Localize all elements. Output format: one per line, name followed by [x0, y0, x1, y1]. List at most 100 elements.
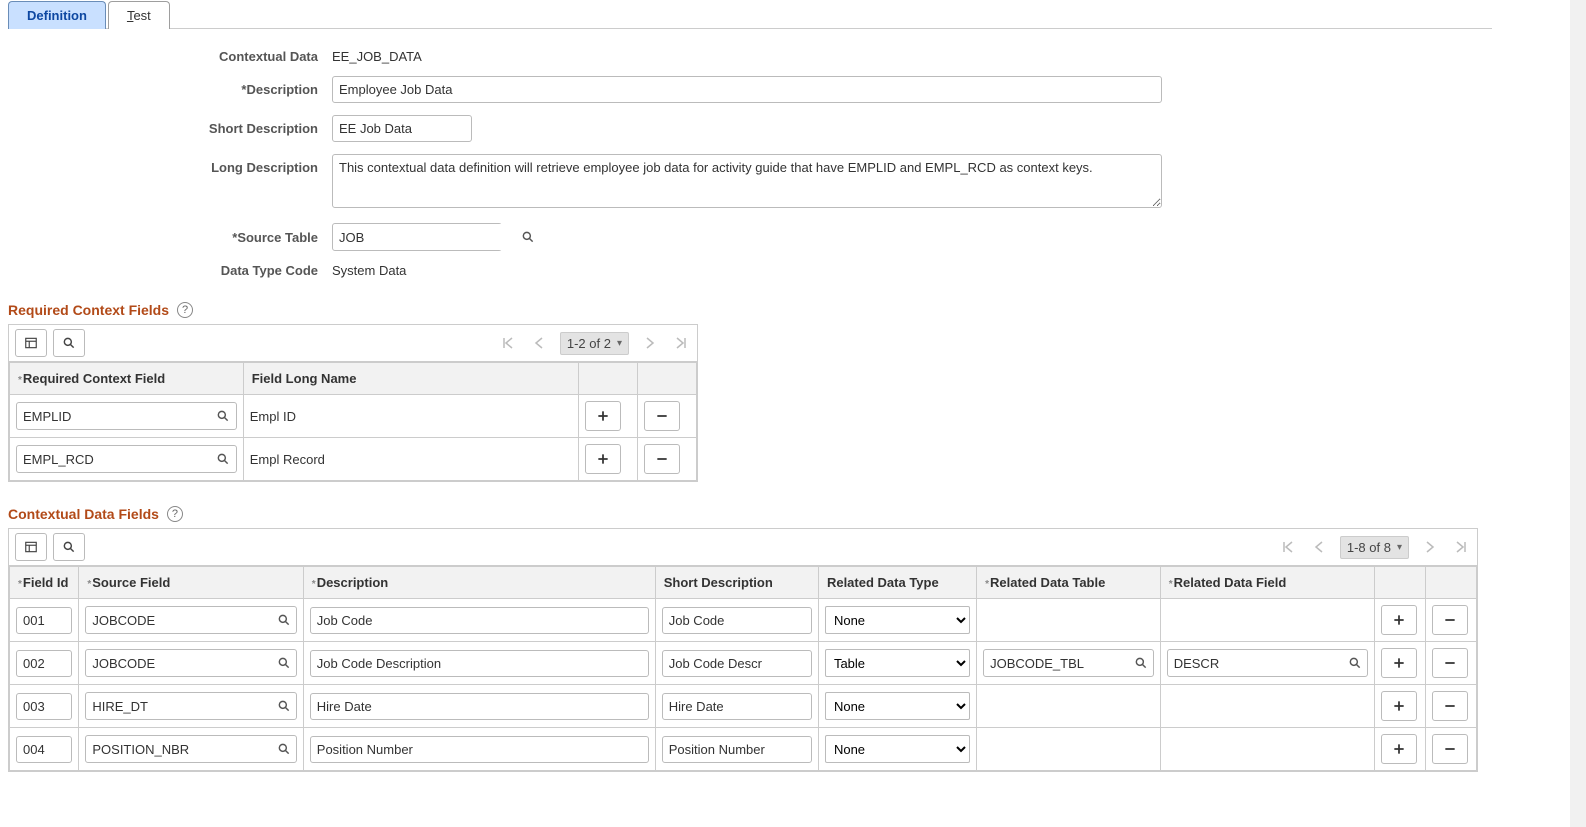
- related-data-type-select[interactable]: NoneTable: [825, 692, 970, 720]
- field-id-input[interactable]: [16, 693, 72, 720]
- pager-last-icon[interactable]: [671, 337, 691, 349]
- pager-next-icon[interactable]: [641, 337, 659, 349]
- col-description[interactable]: *Description: [303, 567, 655, 599]
- pager-last-icon[interactable]: [1451, 541, 1471, 553]
- grid-personalize-icon[interactable]: [15, 329, 47, 357]
- col-related-data-table[interactable]: *Related Data Table: [977, 567, 1161, 599]
- col-required-context-field[interactable]: *Required Context Field: [10, 363, 244, 395]
- short-description-label: Short Description: [18, 121, 318, 136]
- field-long-name-value: Empl ID: [243, 395, 578, 438]
- tab-definition-label: Definition: [27, 8, 87, 23]
- short-description-input[interactable]: [662, 693, 812, 720]
- tab-bar: Definition Test: [8, 0, 1492, 29]
- description-input[interactable]: [332, 76, 1162, 103]
- description-input[interactable]: [310, 736, 649, 763]
- source-field-lookup-icon[interactable]: [271, 656, 296, 670]
- add-row-button[interactable]: [1381, 734, 1417, 764]
- pager-first-icon[interactable]: [498, 337, 518, 349]
- related-data-type-select[interactable]: NoneTable: [825, 735, 970, 763]
- source-field-input[interactable]: [86, 607, 271, 633]
- pager-range[interactable]: 1-2 of 2 ▾: [560, 332, 629, 355]
- delete-row-button[interactable]: [1432, 734, 1468, 764]
- field-id-input[interactable]: [16, 650, 72, 677]
- header-form: Contextual Data EE_JOB_DATA *Description…: [18, 49, 1492, 278]
- col-related-data-field[interactable]: *Related Data Field: [1160, 567, 1374, 599]
- grid1-pager: 1-2 of 2 ▾: [498, 332, 691, 355]
- grid2-pager: 1-8 of 8 ▾: [1278, 536, 1471, 559]
- data-type-code-label: Data Type Code: [18, 263, 318, 278]
- source-field-input[interactable]: [86, 736, 271, 762]
- field-long-name-value: Empl Record: [243, 438, 578, 481]
- source-field-lookup-icon[interactable]: [271, 742, 296, 756]
- delete-row-button[interactable]: [1432, 691, 1468, 721]
- short-description-input[interactable]: [662, 607, 812, 634]
- field-id-input[interactable]: [16, 736, 72, 763]
- pager-prev-icon[interactable]: [530, 337, 548, 349]
- required-context-field-input[interactable]: [17, 446, 211, 472]
- grid-search-icon[interactable]: [53, 533, 85, 561]
- required-context-fields-grid: 1-2 of 2 ▾ *Required Context Field Field…: [8, 324, 698, 482]
- add-row-button[interactable]: [585, 401, 621, 431]
- source-table-input[interactable]: [333, 224, 521, 250]
- delete-row-button[interactable]: [644, 401, 680, 431]
- delete-row-button[interactable]: [644, 444, 680, 474]
- add-row-button[interactable]: [1381, 648, 1417, 678]
- long-description-textarea[interactable]: This contextual data definition will ret…: [332, 154, 1162, 208]
- source-field-input[interactable]: [86, 693, 271, 719]
- table-row: Empl Record: [10, 438, 697, 481]
- add-row-button[interactable]: [585, 444, 621, 474]
- col-related-data-type[interactable]: Related Data Type: [818, 567, 976, 599]
- required-context-fields-title: Required Context Fields ?: [8, 302, 1492, 318]
- delete-row-button[interactable]: [1432, 605, 1468, 635]
- required-context-field-input[interactable]: [17, 403, 211, 429]
- add-row-button[interactable]: [1381, 605, 1417, 635]
- table-row: NoneTable: [10, 599, 1477, 642]
- contextual-data-fields-title: Contextual Data Fields ?: [8, 506, 1492, 522]
- related-data-field-input[interactable]: [1168, 650, 1343, 676]
- short-description-input[interactable]: [662, 736, 812, 763]
- source-field-lookup-icon[interactable]: [271, 613, 296, 627]
- field-id-input[interactable]: [16, 607, 72, 634]
- table-row: NoneTable: [10, 642, 1477, 685]
- source-table-label: *Source Table: [18, 230, 318, 245]
- grid-search-icon[interactable]: [53, 329, 85, 357]
- table-row: NoneTable: [10, 685, 1477, 728]
- description-input[interactable]: [310, 607, 649, 634]
- chevron-down-icon: ▾: [1397, 542, 1402, 553]
- tab-test-label: Test: [127, 8, 151, 23]
- data-type-code-value: System Data: [332, 263, 1182, 278]
- required-context-field-lookup-icon[interactable]: [211, 452, 236, 466]
- related-data-table-lookup-icon[interactable]: [1129, 656, 1153, 670]
- tab-test[interactable]: Test: [108, 1, 170, 29]
- contextual-data-label: Contextual Data: [18, 49, 318, 64]
- pager-next-icon[interactable]: [1421, 541, 1439, 553]
- related-data-table-input[interactable]: [984, 650, 1129, 676]
- col-short-description[interactable]: Short Description: [655, 567, 818, 599]
- related-data-type-select[interactable]: NoneTable: [825, 649, 970, 677]
- source-field-input[interactable]: [86, 650, 271, 676]
- long-description-label: Long Description: [18, 154, 318, 175]
- related-data-type-select[interactable]: NoneTable: [825, 606, 970, 634]
- source-table-lookup-icon[interactable]: [521, 230, 535, 244]
- tab-definition[interactable]: Definition: [8, 1, 106, 29]
- col-field-id[interactable]: *Field Id: [10, 567, 79, 599]
- description-label: *Description: [18, 82, 318, 97]
- required-context-field-lookup-icon[interactable]: [211, 409, 236, 423]
- related-data-field-lookup-icon[interactable]: [1343, 656, 1367, 670]
- short-description-input[interactable]: [662, 650, 812, 677]
- pager-prev-icon[interactable]: [1310, 541, 1328, 553]
- short-description-input[interactable]: [332, 115, 472, 142]
- col-source-field[interactable]: *Source Field: [79, 567, 303, 599]
- pager-range[interactable]: 1-8 of 8 ▾: [1340, 536, 1409, 559]
- help-icon[interactable]: ?: [177, 302, 193, 318]
- add-row-button[interactable]: [1381, 691, 1417, 721]
- delete-row-button[interactable]: [1432, 648, 1468, 678]
- pager-first-icon[interactable]: [1278, 541, 1298, 553]
- table-row: NoneTable: [10, 728, 1477, 771]
- col-field-long-name[interactable]: Field Long Name: [243, 363, 578, 395]
- description-input[interactable]: [310, 650, 649, 677]
- help-icon[interactable]: ?: [167, 506, 183, 522]
- source-field-lookup-icon[interactable]: [271, 699, 296, 713]
- description-input[interactable]: [310, 693, 649, 720]
- grid-personalize-icon[interactable]: [15, 533, 47, 561]
